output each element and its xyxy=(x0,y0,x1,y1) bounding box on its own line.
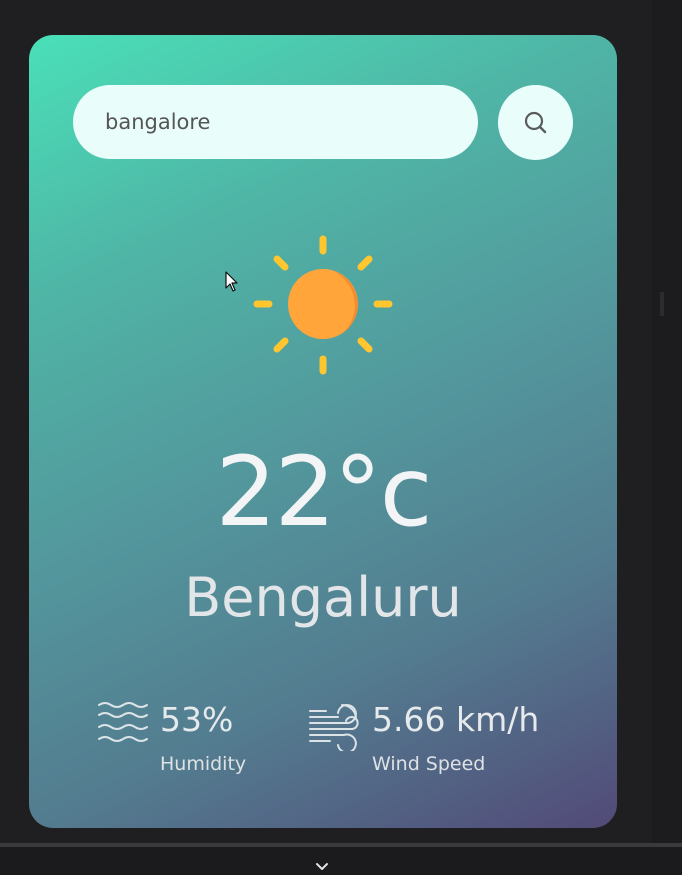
humidity-waves-icon xyxy=(98,702,148,742)
weather-card: 22°c Bengaluru 53% Humidity xyxy=(29,35,617,828)
city-name: Bengaluru xyxy=(184,566,462,629)
search-button[interactable] xyxy=(498,85,573,160)
humidity-label: Humidity xyxy=(160,753,247,775)
humidity-value: 53% xyxy=(160,700,234,739)
wind-speed-value: 5.66 km/h xyxy=(372,700,540,739)
scrollbar-thumb[interactable] xyxy=(660,292,664,316)
mouse-cursor-icon xyxy=(225,271,238,292)
search-icon xyxy=(524,111,546,133)
bottom-panel-bar xyxy=(0,843,682,875)
sun-icon xyxy=(253,235,393,375)
wind-speed-label: Wind Speed xyxy=(372,753,486,775)
temperature-value: 22°c xyxy=(215,436,433,548)
wind-icon xyxy=(309,704,359,751)
chevron-down-icon[interactable] xyxy=(315,862,329,872)
editor-side-strip xyxy=(652,0,682,843)
search-input[interactable] xyxy=(73,85,478,159)
